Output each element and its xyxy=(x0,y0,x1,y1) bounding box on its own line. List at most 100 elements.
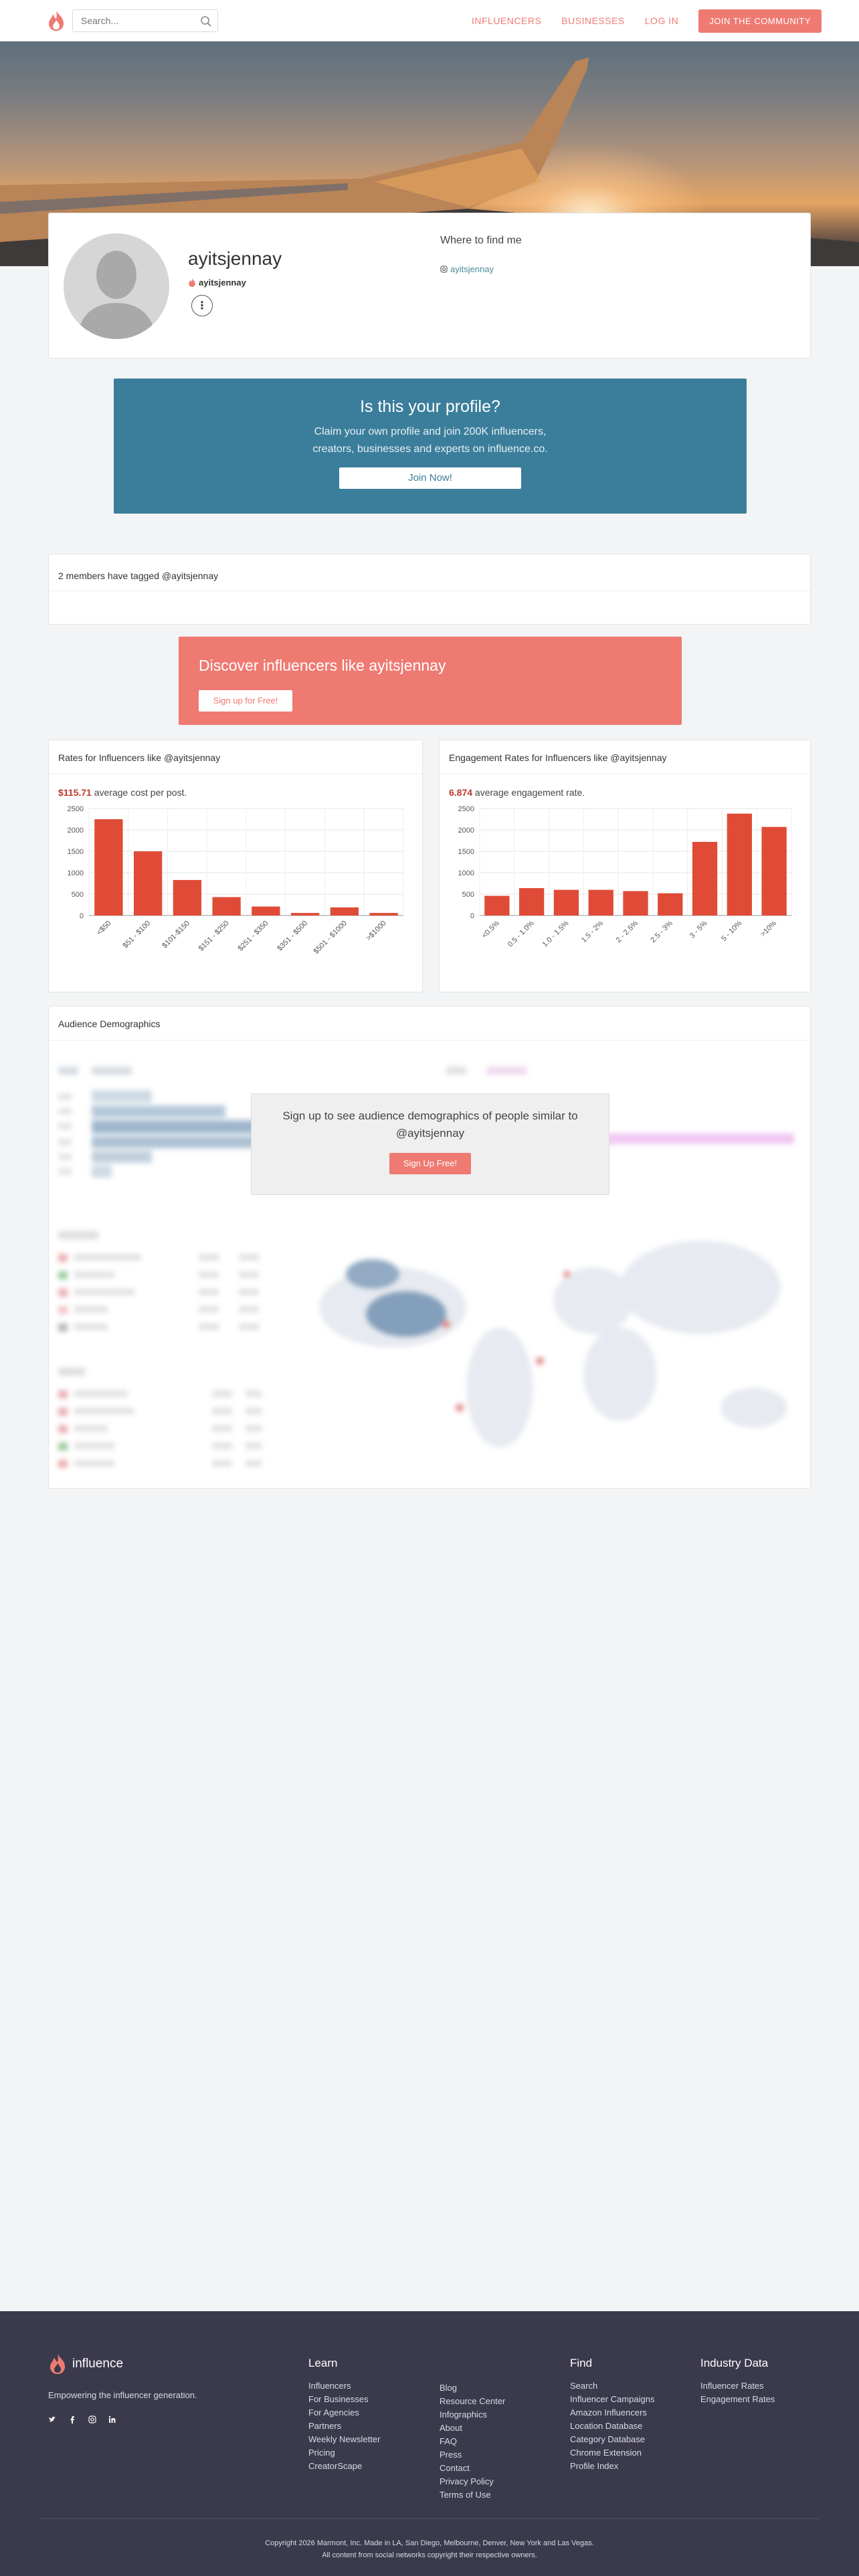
bar xyxy=(369,913,398,916)
x-tick-label: $151 - $250 xyxy=(197,920,231,953)
engagement-bar-chart: 0 500 1000 1500 2000 2500 <0.5% 0.5 - 1.0% 1.0 -… xyxy=(458,805,792,949)
x-tick-label: 0.5 - 1.0% xyxy=(506,919,536,948)
footer-link[interactable]: Terms of Use xyxy=(440,2488,505,2502)
footer-link[interactable]: Chrome Extension xyxy=(570,2446,654,2460)
engagement-suffix: average engagement rate. xyxy=(472,787,585,798)
footer-link[interactable]: Partners xyxy=(308,2420,380,2433)
more-options-button[interactable]: ⋮ xyxy=(191,295,213,316)
rates-title: Rates for Influencers like @ayitsjennay xyxy=(58,752,221,763)
footer-industry-column: Industry Data Influencer Rates Engagemen… xyxy=(700,2357,775,2406)
x-tick-label: 2.5 - 3% xyxy=(649,919,674,944)
y-tick-label: 500 xyxy=(462,891,474,899)
footer-link[interactable]: Weekly Newsletter xyxy=(308,2433,380,2446)
instagram-icon xyxy=(440,265,448,273)
footer-learn-column: Learn Influencers For Businesses For Age… xyxy=(308,2357,380,2473)
footer-industry-title: Industry Data xyxy=(700,2357,769,2369)
discover-title: Discover influencers like ayitsjennay xyxy=(199,657,446,674)
instagram-icon[interactable] xyxy=(88,2416,96,2424)
bar xyxy=(212,897,241,916)
avatar xyxy=(64,233,169,339)
flame-logo-icon[interactable] xyxy=(47,9,66,32)
footer-divider xyxy=(40,2518,819,2519)
nav-businesses-link[interactable]: BUSINESSES xyxy=(561,15,624,26)
engagement-value: 6.874 xyxy=(449,787,473,798)
footer-link[interactable]: CreatorScape xyxy=(308,2460,380,2473)
profile-handle: ayitsjennay xyxy=(188,278,246,288)
footer-link[interactable]: Blog xyxy=(440,2381,505,2395)
footer-link[interactable]: Search xyxy=(570,2379,654,2393)
bar xyxy=(133,851,163,916)
footer-link[interactable]: Press xyxy=(440,2448,505,2462)
x-tick-label: 3 - 5% xyxy=(688,919,709,940)
footer-link[interactable]: For Agencies xyxy=(308,2406,380,2420)
footer-link[interactable]: Infographics xyxy=(440,2408,505,2422)
flame-logo-icon xyxy=(50,2354,65,2374)
rates-value: $115.71 xyxy=(58,787,92,798)
y-tick-label: 1500 xyxy=(458,848,474,856)
footer-link[interactable]: Amazon Influencers xyxy=(570,2406,654,2420)
footer-link[interactable]: Location Database xyxy=(570,2420,654,2433)
x-tick-label: 1.5 - 2% xyxy=(580,919,605,944)
divider xyxy=(49,1040,810,1041)
join-community-button[interactable]: JOIN THE COMMUNITY xyxy=(698,9,822,33)
instagram-handle: ayitsjennay xyxy=(450,264,494,274)
footer-link[interactable]: FAQ xyxy=(440,2435,505,2448)
engagement-title: Engagement Rates for Influencers like @a… xyxy=(449,752,667,763)
nav-influencers-link[interactable]: INFLUENCERS xyxy=(472,15,541,26)
demographics-title: Audience Demographics xyxy=(58,1018,161,1029)
main-nav: INFLUENCERS BUSINESSES LOG IN JOIN THE C… xyxy=(472,9,822,33)
default-avatar-icon xyxy=(64,233,169,339)
linkedin-icon[interactable] xyxy=(108,2416,116,2424)
search-input[interactable] xyxy=(73,10,193,31)
footer-logo[interactable]: influence xyxy=(48,2353,123,2375)
y-tick-label: 2000 xyxy=(458,827,474,835)
bar xyxy=(623,891,648,916)
search-icon[interactable] xyxy=(200,15,212,27)
footer-link[interactable]: About xyxy=(440,2422,505,2435)
footer-link[interactable]: For Businesses xyxy=(308,2393,380,2406)
tagged-title: 2 members have tagged @ayitsjennay xyxy=(58,570,219,581)
instagram-link[interactable]: ayitsjennay xyxy=(440,264,494,274)
flame-icon xyxy=(189,278,195,287)
y-tick-label: 2500 xyxy=(458,805,474,813)
search-box xyxy=(72,9,218,32)
x-tick-label: $101-$150 xyxy=(161,920,191,950)
footer-link[interactable]: Engagement Rates xyxy=(700,2393,775,2406)
bar xyxy=(519,888,545,916)
x-tick-label: $501 - $1000 xyxy=(312,920,349,956)
join-now-button[interactable]: Join Now! xyxy=(339,467,521,489)
x-tick-label: >$1000 xyxy=(365,920,388,943)
footer-find-title: Find xyxy=(570,2357,593,2369)
bar xyxy=(727,813,752,916)
y-tick-label: 500 xyxy=(72,891,84,899)
nav-login-link[interactable]: LOG IN xyxy=(645,15,678,26)
claim-line-2: creators, businesses and experts on infl… xyxy=(312,443,548,455)
sign-up-free-button[interactable]: Sign up for Free! xyxy=(199,690,292,712)
footer-link[interactable]: Profile Index xyxy=(570,2460,654,2473)
x-tick-label: $51 - $100 xyxy=(122,920,153,950)
audience-demographics-card: Audience Demographics Sign up to see aud… xyxy=(48,1006,811,1489)
y-tick-label: 1000 xyxy=(458,869,474,877)
footer-link[interactable]: Influencers xyxy=(308,2379,380,2393)
footer-link[interactable]: Category Database xyxy=(570,2433,654,2446)
footer-link[interactable]: Contact xyxy=(440,2462,505,2475)
bar xyxy=(484,895,510,916)
twitter-icon[interactable] xyxy=(48,2416,56,2424)
claim-title: Is this your profile? xyxy=(360,397,500,416)
footer-link[interactable]: Resource Center xyxy=(440,2395,505,2408)
bar xyxy=(173,879,202,916)
signup-line-2: @ayitsjennay xyxy=(395,1127,465,1140)
footer-link[interactable]: Privacy Policy xyxy=(440,2475,505,2488)
bar xyxy=(658,893,683,916)
rates-card: Rates for Influencers like @ayitsjennay … xyxy=(48,740,423,992)
footer-link[interactable]: Influencer Campaigns xyxy=(570,2393,654,2406)
facebook-icon[interactable] xyxy=(68,2416,76,2424)
footer-link[interactable]: Pricing xyxy=(308,2446,380,2460)
bar xyxy=(290,913,320,916)
demographics-signup-overlay: Sign up to see audience demographics of … xyxy=(251,1093,609,1195)
sign-up-free-button[interactable]: Sign Up Free! xyxy=(389,1153,471,1174)
footer-link[interactable]: Influencer Rates xyxy=(700,2379,775,2393)
profile-card: ayitsjennay ayitsjennay ⋮ Where to find … xyxy=(48,213,811,358)
rates-suffix: average cost per post. xyxy=(91,787,187,798)
rates-bar-chart: 0 500 1000 1500 2000 2500 <$50 $51 - $100 $101-$… xyxy=(68,805,404,956)
